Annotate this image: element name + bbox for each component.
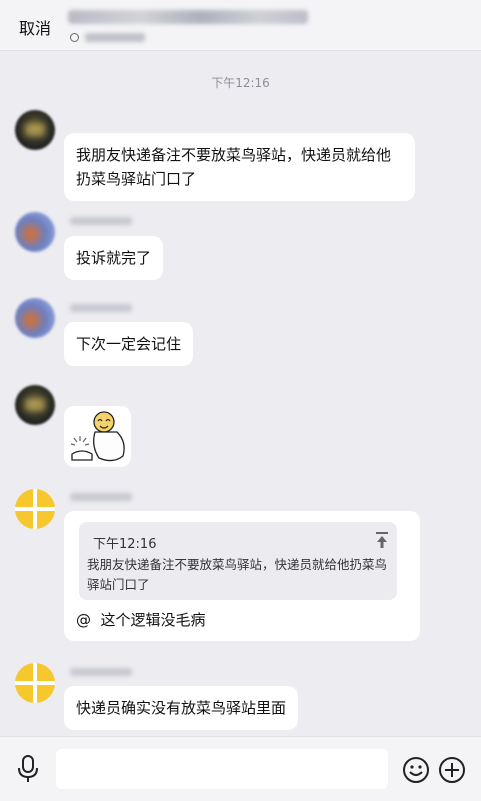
message-bubble[interactable]: 投诉就完了 (64, 236, 164, 280)
avatar[interactable] (15, 663, 55, 703)
nickname-blurred (70, 493, 132, 501)
mention-symbol: @ (76, 611, 91, 629)
input-bar (0, 736, 481, 801)
message-text: 下次一定会记住 (76, 335, 182, 353)
nickname-blurred (70, 668, 132, 676)
reply-line: @ 这个逻辑没毛病 (76, 609, 206, 630)
message-bubble[interactable]: 下次一定会记住 (64, 322, 194, 366)
plus-icon[interactable] (438, 756, 466, 784)
jump-to-top-icon[interactable] (375, 532, 389, 548)
avatar[interactable] (15, 385, 55, 425)
sticker-message[interactable] (64, 406, 131, 467)
cancel-button[interactable]: 取消 (19, 15, 51, 39)
chat-subtitle (70, 30, 145, 44)
laughing-figure-sticker (70, 411, 125, 462)
nickname-blurred (70, 304, 132, 312)
chat-header: 取消 (0, 0, 481, 51)
avatar[interactable] (15, 212, 55, 252)
message-bubble[interactable]: 我朋友快递备注不要放菜鸟驿站，快递员就给他扔菜鸟驿站门口了 (64, 133, 415, 201)
microphone-icon[interactable] (15, 755, 41, 783)
reply-text: 这个逻辑没毛病 (100, 611, 206, 629)
nickname-blurred (70, 217, 132, 225)
chat-timestamp: 下午12:16 (211, 76, 270, 90)
message-text: 投诉就完了 (76, 249, 152, 267)
message-text: 快递员确实没有放菜鸟驿站里面 (76, 699, 287, 717)
message-input[interactable] (56, 749, 388, 789)
quote-timestamp: 下午12:16 (93, 537, 157, 552)
subtitle-blurred (85, 32, 145, 42)
chat-title-blurred (68, 10, 308, 24)
quoted-message[interactable]: 下午12:16 我朋友快递备注不要放菜鸟驿站，快递员就给他扔菜鸟驿站门口了 (79, 522, 397, 600)
avatar[interactable] (15, 489, 55, 529)
message-text: 我朋友快递备注不要放菜鸟驿站，快递员就给他扔菜鸟驿站门口了 (76, 146, 392, 188)
emoji-icon[interactable] (402, 756, 430, 784)
quote-text: 我朋友快递备注不要放菜鸟驿站，快递员就给他扔菜鸟驿站门口了 (87, 557, 388, 592)
avatar[interactable] (15, 110, 55, 150)
avatar[interactable] (15, 298, 55, 338)
message-bubble[interactable]: 快递员确实没有放菜鸟驿站里面 (64, 686, 299, 730)
status-icon (70, 32, 79, 42)
reply-message-bubble[interactable]: 下午12:16 我朋友快递备注不要放菜鸟驿站，快递员就给他扔菜鸟驿站门口了 @ … (64, 511, 420, 641)
